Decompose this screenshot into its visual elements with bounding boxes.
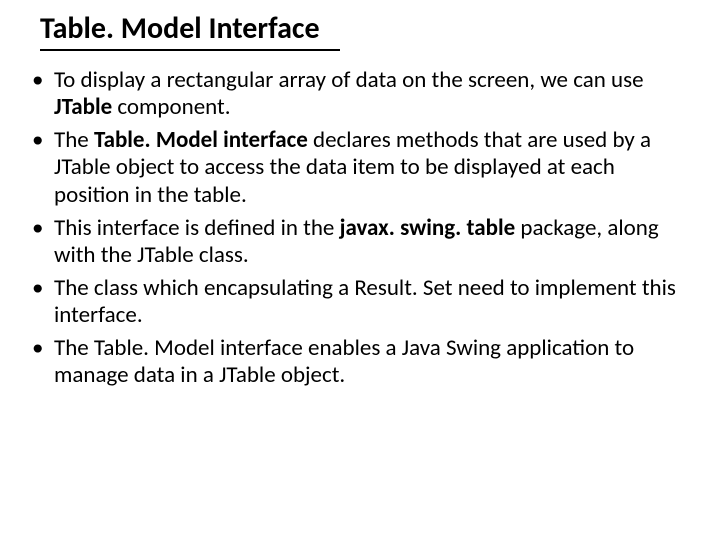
list-item: The class which encapsulating a Result. … — [28, 275, 692, 329]
list-item: To display a rectangular array of data o… — [28, 67, 692, 121]
bullet-text-bold: JTable — [54, 93, 112, 121]
list-item: This interface is defined in the javax. … — [28, 215, 692, 269]
bullet-list: To display a rectangular array of data o… — [28, 67, 692, 389]
list-item: The Table. Model interface declares meth… — [28, 127, 692, 208]
bullet-text-post: component. — [112, 93, 230, 121]
list-item: The Table. Model interface enables a Jav… — [28, 335, 692, 389]
bullet-text-pre: The — [54, 126, 94, 154]
bullet-text-pre: This interface is defined in the — [54, 214, 340, 242]
bullet-text-pre: To display a rectangular array of data o… — [54, 66, 644, 94]
bullet-text-pre: The class which encapsulating a Result. … — [54, 274, 676, 329]
bullet-text-bold: Table. Model interface — [94, 126, 308, 154]
bullet-text-bold: javax. swing. table — [340, 214, 516, 242]
bullet-text-pre: The Table. Model interface enables a Jav… — [54, 334, 634, 389]
slide-title: Table. Model Interface — [40, 10, 340, 51]
